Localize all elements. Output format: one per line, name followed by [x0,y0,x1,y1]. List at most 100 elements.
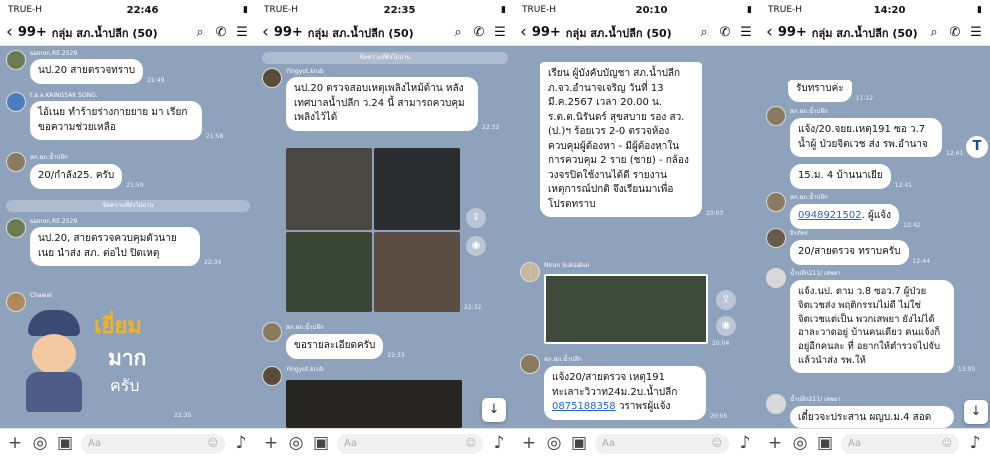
plus-icon[interactable]: + [262,435,280,452]
emoji-icon[interactable]: ☺ [942,438,952,449]
message-bubble[interactable]: 20/กำลัง25. ครับ [30,164,123,189]
back-icon[interactable]: ‹ [520,24,527,41]
message-time: 21:59 [126,181,144,189]
emoji-icon[interactable]: ☺ [466,438,476,449]
unread-count: 99+ [273,25,303,40]
message-bubble[interactable]: นป.20 สายตรวจทราบ [30,59,144,84]
message-bubble[interactable]: รับทราบค่ะ [788,80,852,102]
fire-photo-4[interactable] [374,232,460,312]
back-icon[interactable]: ‹ [766,24,773,41]
status-bar: TRUE-H 14:20 ▮ [760,0,990,20]
fire-photo-1[interactable] [286,148,372,230]
share-icon[interactable]: ⇪ [716,290,736,310]
sender-name: สภ.สภ.น้ำปลีก [790,194,828,201]
message-input[interactable]: Aa ☺ [81,433,225,454]
sender-name: น้ำปลีก211/ เสพยา [790,270,841,277]
message: 15.ม. 4 บ้านนาเยีย 12:41 [790,164,912,189]
menu-icon[interactable]: ☰ [738,26,754,39]
sender-name: Nirun Suksabai [544,262,590,269]
chat-screenshot-1: TRUE-H 22:46 ▮ ‹ 99+ กลุ่ม สภ.น้ำปลีก (5… [0,0,256,458]
message: t.a.a.KAINGSAK SONG. ไอ้เนย ทำร้ายร่างกา… [6,92,223,140]
message-bubble[interactable]: แจ้ง/20.จยย.เหตุ191 ซอ ว.7 น้ำผู้ ป่วยจิ… [790,118,942,157]
camera-icon[interactable]: ◎ [287,435,305,452]
fire-photo-2[interactable] [374,148,460,230]
message-input[interactable]: Aa ☺ [595,433,729,454]
chat-title: กลุ่ม สภ.น้ำปลีก (50) [51,26,158,40]
message-bubble[interactable]: ไอ้เนย ทำร้ายร่างกายยาย มา เรียกขอความช่… [30,101,202,140]
save-icon[interactable]: ◉ [716,316,736,336]
status-time: 22:35 [383,4,416,16]
message-input[interactable]: Aa ☺ [337,433,483,454]
message-bubble[interactable]: แจ้ง20/สายตรวจ เหตุ191 ทะเลาะวิวาท24ม.2บ… [544,366,706,420]
message: สภ.สภ.น้ำปลีก แจ้ง20/สายตรวจ เหตุ191 ทะเ… [520,354,727,420]
message-input[interactable]: Aa ☺ [841,433,959,454]
image-icon[interactable]: ▣ [570,435,588,452]
camera-icon[interactable]: ◎ [791,435,809,452]
camera-icon[interactable]: ◎ [545,435,563,452]
emoji-icon[interactable]: ☺ [208,438,218,449]
night-photo[interactable] [286,380,462,428]
image-icon[interactable]: ▣ [56,435,74,452]
message-bubble[interactable]: เดี๋ยวจะประสาน ผญบ.ม.4 สอด [790,406,954,428]
save-icon[interactable]: ◉ [466,236,486,256]
message: น้ำปลีก211/ เสพยา แจ้ง.นป. ตาม ว.8 ซอว.7… [766,268,975,373]
menu-icon[interactable]: ☰ [492,26,508,39]
search-icon[interactable]: ⌕ [926,26,942,39]
scroll-down-button[interactable]: ↓ [964,400,988,424]
image-icon[interactable]: ▣ [816,435,834,452]
input-bar: + ◎ ▣ Aa ☺ ♪ [514,428,760,458]
sender-name: สภ.สภ.น้ำปลีก [286,324,324,331]
message-bubble[interactable]: เรียน ผู้บังคับบัญชา สภ.น้ำปลีก ภ.จว.อำน… [540,62,702,217]
message: สภ.สภ.น้ำปลีก 20/กำลัง25. ครับ 21:59 [6,152,144,189]
phone-link[interactable]: 0948921502 [798,210,862,221]
message-bubble[interactable]: นป.20 ตรวจสอบเหตุเพลิงไหม้ด้าน หลังเทศบา… [286,77,478,131]
share-icon[interactable]: ⇪ [466,208,486,228]
plus-icon[interactable]: + [6,435,24,452]
message-bubble[interactable]: แจ้ง.นป. ตาม ว.8 ซอว.7 ผู้ป่วยจิตเวชส่ง … [790,280,954,373]
phone-icon[interactable]: ✆ [213,26,229,39]
sender-name: สภ.สภ.น้ำปลีก [790,108,828,115]
message: samon.RE.2529 นป.20, สายตรวจควบคุมตัวนาย… [6,218,221,266]
message-bubble[interactable]: 20/สายตรวจ ทราบครับ [790,240,909,265]
search-icon[interactable]: ⌕ [192,26,208,39]
fire-photo-3[interactable] [286,232,372,312]
police-sticker[interactable]: เยี่ยม มาก ครับ [20,308,170,416]
back-icon[interactable]: ‹ [6,24,13,41]
sender-name: Yingyot.krub [286,68,324,75]
uniform-icon [26,372,82,412]
message-time: 11:12 [855,94,874,102]
search-icon[interactable]: ⌕ [696,26,712,39]
sender-name: จิรภัทร [790,230,808,237]
sticker-text-3: ครับ [110,376,140,395]
message-bubble[interactable]: ขอรายละเอียดครับ [286,334,384,359]
app-logo-icon[interactable]: T [966,136,988,158]
back-icon[interactable]: ‹ [262,24,269,41]
unread-divider: ข้อความที่ยังไม่อ่าน [262,52,508,64]
chat-header: ‹ 99+ กลุ่ม สภ.น้ำปลีก (50) ⌕ ✆ ☰ [760,20,990,46]
mic-icon[interactable]: ♪ [736,435,754,452]
mic-icon[interactable]: ♪ [232,435,250,452]
menu-icon[interactable]: ☰ [234,26,250,39]
mic-icon[interactable]: ♪ [490,435,508,452]
search-icon[interactable]: ⌕ [450,26,466,39]
phone-icon[interactable]: ✆ [947,26,963,39]
message-bubble[interactable]: 0948921502. ผู้แจ้ง [790,204,900,229]
menu-icon[interactable]: ☰ [968,26,984,39]
phone-icon[interactable]: ✆ [471,26,487,39]
carrier-label: TRUE-H [264,5,299,15]
message-bubble[interactable]: 15.ม. 4 บ้านนาเยีย [790,164,891,189]
sender-name: Yingyot.krub [286,366,324,373]
inspection-photo[interactable] [544,274,708,344]
unread-divider: ข้อความที่ยังไม่อ่าน [6,200,250,212]
emoji-icon[interactable]: ☺ [712,438,722,449]
phone-icon[interactable]: ✆ [717,26,733,39]
message-bubble[interactable]: นป.20, สายตรวจควบคุมตัวนาย เนย นำส่ง สภ.… [30,227,200,266]
scroll-down-button[interactable]: ↓ [482,398,506,422]
image-icon[interactable]: ▣ [312,435,330,452]
camera-icon[interactable]: ◎ [31,435,49,452]
mic-icon[interactable]: ♪ [966,435,984,452]
plus-icon[interactable]: + [766,435,784,452]
phone-link[interactable]: 0875188358 [552,401,616,412]
plus-icon[interactable]: + [520,435,538,452]
chat-header: ‹ 99+ กลุ่ม สภ.น้ำปลีก (50) ⌕ ✆ ☰ [0,20,256,46]
